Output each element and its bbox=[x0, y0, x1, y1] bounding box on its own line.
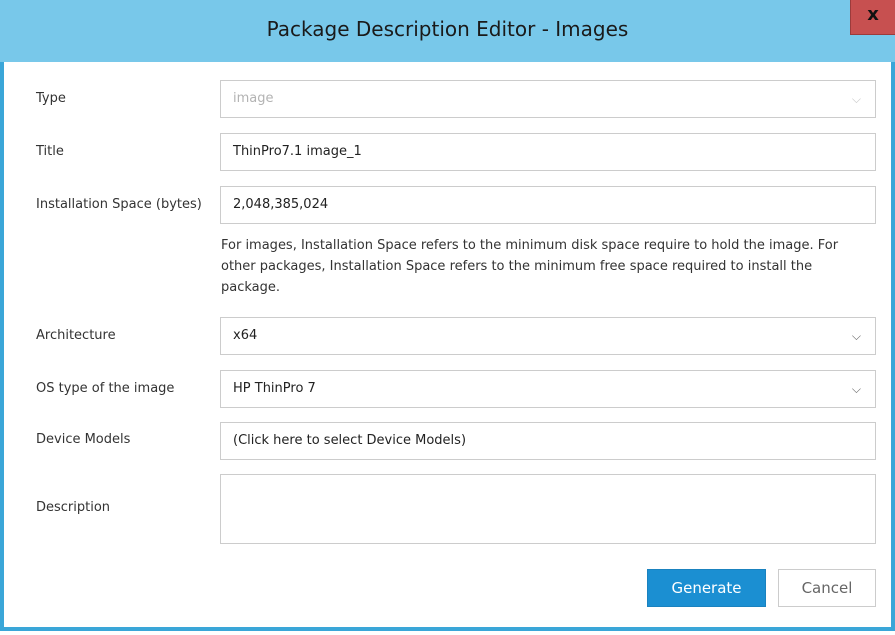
os-type-value: HP ThinPro 7 bbox=[233, 381, 316, 396]
os-type-select[interactable]: HP ThinPro 7 ⌵ bbox=[220, 370, 876, 408]
os-type-label: OS type of the image bbox=[36, 381, 175, 396]
chevron-down-icon: ⌵ bbox=[851, 382, 861, 396]
type-select: image ⌵ bbox=[220, 80, 876, 118]
chevron-down-icon: ⌵ bbox=[851, 92, 861, 106]
device-models-selector[interactable]: (Click here to select Device Models) bbox=[220, 422, 876, 460]
close-button[interactable]: x bbox=[850, 0, 895, 35]
architecture-value: x64 bbox=[233, 328, 258, 343]
device-models-label: Device Models bbox=[36, 432, 131, 447]
architecture-label: Architecture bbox=[36, 328, 116, 343]
type-label: Type bbox=[36, 91, 66, 106]
cancel-button[interactable]: Cancel bbox=[778, 569, 876, 607]
installation-space-note: For images, Installation Space refers to… bbox=[221, 238, 839, 295]
type-value: image bbox=[233, 91, 274, 106]
title-bar[interactable]: Package Description Editor - Images x bbox=[0, 0, 895, 62]
window-title: Package Description Editor - Images bbox=[266, 17, 629, 41]
installation-space-input[interactable]: 2,048,385,024 bbox=[220, 186, 876, 224]
architecture-select[interactable]: x64 ⌵ bbox=[220, 317, 876, 355]
generate-button[interactable]: Generate bbox=[647, 569, 766, 607]
description-label: Description bbox=[36, 500, 111, 515]
title-input[interactable]: ThinPro7.1 image_1 bbox=[220, 133, 876, 171]
chevron-down-icon: ⌵ bbox=[851, 329, 861, 343]
title-label: Title bbox=[36, 144, 64, 159]
description-textarea[interactable] bbox=[220, 474, 876, 544]
installation-space-label: Installation Space (bytes) bbox=[36, 197, 202, 212]
